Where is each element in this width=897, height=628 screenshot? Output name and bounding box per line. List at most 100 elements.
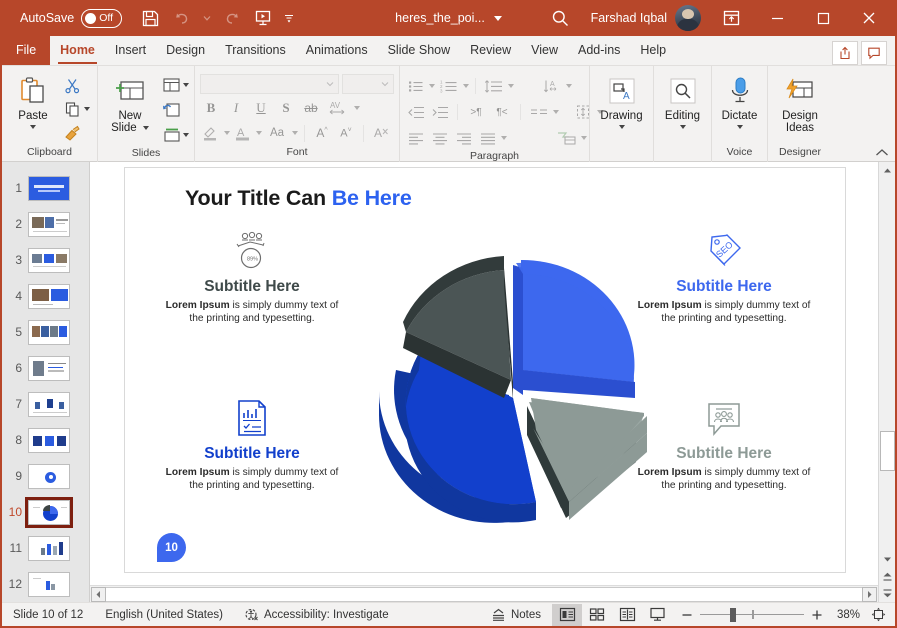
align-right-button[interactable] — [453, 127, 475, 149]
zoom-out-button[interactable] — [681, 609, 693, 621]
next-slide-icon[interactable] — [879, 585, 896, 602]
thumbnail-image[interactable] — [28, 175, 70, 201]
undo-icon[interactable] — [167, 5, 195, 31]
font-name-input[interactable] — [200, 74, 340, 94]
account-area[interactable]: Farshad Iqbal — [585, 5, 707, 31]
autosave-control[interactable]: AutoSave Off — [20, 8, 123, 28]
underline-button[interactable]: U — [250, 97, 272, 119]
close-button[interactable] — [847, 3, 891, 33]
thumbnail-item-12[interactable]: 12 — [2, 566, 89, 602]
new-slide-button[interactable]: New Slide — [103, 72, 157, 134]
tab-slide-show[interactable]: Slide Show — [378, 35, 461, 65]
maximize-button[interactable] — [801, 3, 845, 33]
zoom-slider[interactable] — [700, 607, 804, 622]
thumbnail-item-10[interactable]: 10 — [2, 494, 89, 530]
design-ideas-button[interactable]: Design Ideas — [773, 72, 827, 134]
paste-dropdown-icon[interactable] — [30, 125, 36, 129]
content-block-top-left[interactable]: 89% Subtitle Here Lorem Ipsum is simply … — [161, 226, 343, 325]
align-left-button[interactable] — [405, 127, 427, 149]
content-block-top-right[interactable]: SEO Subtitle Here Lorem Ipsum is simply … — [633, 226, 815, 325]
italic-button[interactable]: I — [225, 97, 247, 119]
tab-home[interactable]: Home — [50, 35, 105, 65]
search-icon[interactable] — [539, 3, 583, 33]
scroll-right-icon[interactable] — [862, 586, 877, 602]
tab-animations[interactable]: Animations — [296, 35, 378, 65]
thumbnail-image[interactable] — [28, 355, 70, 381]
numbering-dropdown-icon[interactable] — [463, 84, 469, 88]
text-direction-button[interactable]: A — [540, 75, 564, 97]
tab-view[interactable]: View — [521, 35, 568, 65]
rtl-direction-button[interactable]: ¶< — [490, 101, 514, 123]
vertical-scroll-track[interactable] — [878, 179, 895, 551]
tab-help[interactable]: Help — [630, 35, 676, 65]
zoom-control[interactable]: 38% — [672, 607, 895, 622]
thumbnail-item-6[interactable]: 6 — [2, 350, 89, 386]
horizontal-scrollbar[interactable] — [90, 585, 878, 602]
slide-counter[interactable]: Slide 10 of 12 — [2, 603, 94, 627]
redo-icon[interactable] — [218, 5, 246, 31]
vertical-scrollbar[interactable] — [878, 162, 895, 602]
strikethrough-button[interactable]: ab — [300, 97, 322, 119]
smartart-dropdown-icon[interactable] — [581, 136, 587, 140]
content-block-bottom-right[interactable]: Subtitle Here Lorem Ipsum is simply dumm… — [633, 393, 815, 492]
minimize-button[interactable] — [755, 3, 799, 33]
columns-button[interactable] — [527, 101, 551, 123]
slideshow-button[interactable] — [642, 604, 672, 626]
thumbnail-image[interactable] — [28, 427, 70, 453]
thumbnail-item-8[interactable]: 8 — [2, 422, 89, 458]
tab-review[interactable]: Review — [460, 35, 521, 65]
undo-dropdown-icon[interactable] — [198, 5, 215, 31]
comments-icon[interactable] — [861, 41, 887, 65]
thumbnail-item-11[interactable]: 11 — [2, 530, 89, 566]
thumbnail-item-9[interactable]: 9 — [2, 458, 89, 494]
tab-transitions[interactable]: Transitions — [215, 35, 296, 65]
line-spacing-dropdown-icon[interactable] — [508, 84, 514, 88]
copy-button[interactable] — [61, 98, 83, 120]
copy-dropdown-icon[interactable] — [84, 107, 90, 111]
text-shadow-button[interactable]: S — [275, 97, 297, 119]
layout-dropdown-icon[interactable] — [183, 83, 189, 87]
vertical-scroll-thumb[interactable] — [879, 431, 895, 471]
bullets-dropdown-icon[interactable] — [429, 84, 435, 88]
slide-title[interactable]: Your Title Can Be Here — [185, 186, 412, 211]
zoom-in-button[interactable] — [811, 609, 823, 621]
bullets-button[interactable] — [405, 75, 427, 97]
thumbnail-image[interactable] — [28, 391, 70, 417]
increase-font-size-button[interactable]: A^ — [311, 122, 333, 144]
section-button[interactable] — [160, 124, 182, 146]
slide-sorter-button[interactable] — [582, 604, 612, 626]
text-direction-dropdown-icon[interactable] — [566, 84, 572, 88]
thumbnail-item-5[interactable]: 5 — [2, 314, 89, 350]
horizontal-scroll-track[interactable] — [106, 586, 862, 602]
layout-button[interactable] — [160, 74, 182, 96]
pie-chart-3d[interactable] — [361, 230, 661, 540]
slide-thumbnail-pane[interactable]: 1 2 3 4 5 6 7 8 9 10 11 12 — [2, 162, 90, 602]
tab-file[interactable]: File — [2, 35, 51, 65]
thumbnail-image[interactable] — [28, 283, 70, 309]
cut-button[interactable] — [61, 74, 83, 96]
content-block-bottom-left[interactable]: Subtitle Here Lorem Ipsum is simply dumm… — [161, 393, 343, 492]
chevron-down-icon[interactable] — [493, 15, 502, 21]
new-slide-dropdown-icon[interactable] — [142, 125, 149, 130]
change-case-dropdown-icon[interactable] — [292, 131, 298, 135]
thumbnail-image[interactable] — [28, 535, 70, 561]
dictate-button[interactable]: Dictate — [717, 72, 762, 129]
thumbnail-item-3[interactable]: 3 — [2, 242, 89, 278]
convert-to-smartart-button[interactable] — [555, 127, 579, 149]
thumbnail-image[interactable] — [28, 463, 70, 489]
increase-indent-button[interactable] — [429, 101, 451, 123]
thumbnail-item-7[interactable]: 7 — [2, 386, 89, 422]
justify-button[interactable] — [477, 127, 499, 149]
thumbnail-image[interactable] — [28, 211, 70, 237]
autosave-toggle[interactable]: Off — [81, 8, 123, 28]
font-name-dropdown-icon[interactable] — [326, 80, 334, 88]
thumbnail-image-selected[interactable] — [25, 496, 73, 528]
reading-view-button[interactable] — [612, 604, 642, 626]
font-color-dropdown-icon[interactable] — [256, 131, 262, 135]
change-case-button[interactable]: Aa — [264, 122, 290, 144]
tab-insert[interactable]: Insert — [105, 35, 156, 65]
align-center-button[interactable] — [429, 127, 451, 149]
ltr-direction-button[interactable]: >¶ — [464, 101, 488, 123]
ribbon-display-options-icon[interactable] — [709, 3, 753, 33]
thumbnail-item-4[interactable]: 4 — [2, 278, 89, 314]
